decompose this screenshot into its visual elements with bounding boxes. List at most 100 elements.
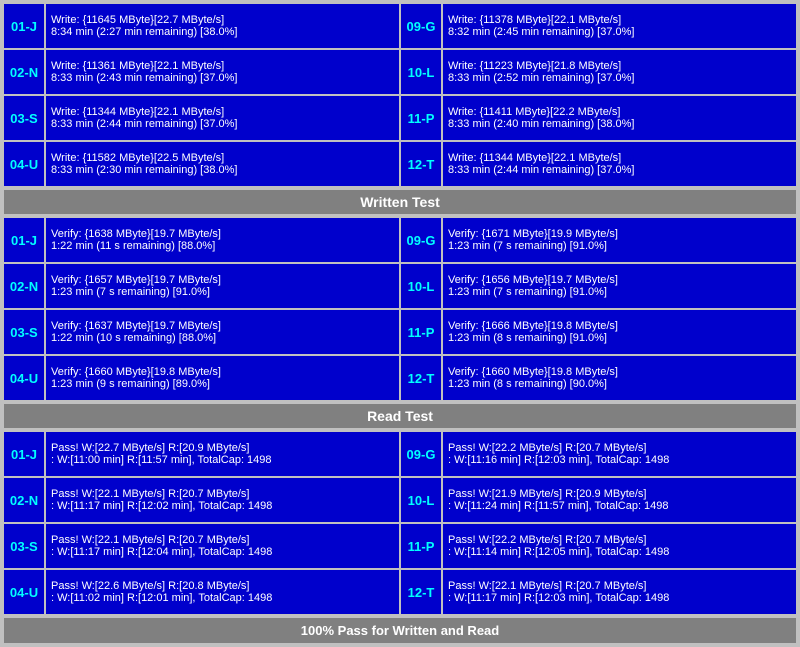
write-cell-02n: 02-N Write: {11361 MByte}[22.1 MByte/s] … (4, 50, 399, 94)
main-container: 01-J Write: {11645 MByte}[22.7 MByte/s] … (0, 0, 800, 647)
read-row-4: 04-U Pass! W:[22.6 MByte/s] R:[20.8 MByt… (4, 570, 796, 614)
verify-line2-02n: 1:23 min (7 s remaining) [91.0%] (51, 286, 394, 298)
verify-cell-10l: 10-L Verify: {1656 MByte}[19.7 MByte/s] … (401, 264, 796, 308)
read-line2-01j: : W:[11:00 min] R:[11:57 min], TotalCap:… (51, 454, 394, 466)
read-label-01j: 01-J (4, 432, 44, 476)
read-cell-03s: 03-S Pass! W:[22.1 MByte/s] R:[20.7 MByt… (4, 524, 399, 568)
written-test-header: Written Test (4, 190, 796, 214)
write-row-1: 01-J Write: {11645 MByte}[22.7 MByte/s] … (4, 4, 796, 48)
verify-cell-11p: 11-P Verify: {1666 MByte}[19.8 MByte/s] … (401, 310, 796, 354)
verify-cell-03s: 03-S Verify: {1637 MByte}[19.7 MByte/s] … (4, 310, 399, 354)
verify-row-3: 03-S Verify: {1637 MByte}[19.7 MByte/s] … (4, 310, 796, 354)
verify-label-02n: 02-N (4, 264, 44, 308)
read-line1-04u: Pass! W:[22.6 MByte/s] R:[20.8 MByte/s] (51, 580, 394, 592)
write-line2-09g: 8:32 min (2:45 min remaining) [37.0%] (448, 26, 791, 38)
verify-data-09g: Verify: {1671 MByte}[19.9 MByte/s] 1:23 … (443, 218, 796, 262)
verify-label-04u: 04-U (4, 356, 44, 400)
read-label-09g: 09-G (401, 432, 441, 476)
verify-row-1: 01-J Verify: {1638 MByte}[19.7 MByte/s] … (4, 218, 796, 262)
drive-label-03s: 03-S (4, 96, 44, 140)
read-label-11p: 11-P (401, 524, 441, 568)
verify-data-10l: Verify: {1656 MByte}[19.7 MByte/s] 1:23 … (443, 264, 796, 308)
write-line2-10l: 8:33 min (2:52 min remaining) [37.0%] (448, 72, 791, 84)
read-data-04u: Pass! W:[22.6 MByte/s] R:[20.8 MByte/s] … (46, 570, 399, 614)
read-cell-12t: 12-T Pass! W:[22.1 MByte/s] R:[20.7 MByt… (401, 570, 796, 614)
read-data-12t: Pass! W:[22.1 MByte/s] R:[20.7 MByte/s] … (443, 570, 796, 614)
read-line2-02n: : W:[11:17 min] R:[12:02 min], TotalCap:… (51, 500, 394, 512)
verify-row-2: 02-N Verify: {1657 MByte}[19.7 MByte/s] … (4, 264, 796, 308)
write-cell-09g: 09-G Write: {11378 MByte}[22.1 MByte/s] … (401, 4, 796, 48)
write-cell-01j: 01-J Write: {11645 MByte}[22.7 MByte/s] … (4, 4, 399, 48)
read-data-03s: Pass! W:[22.1 MByte/s] R:[20.7 MByte/s] … (46, 524, 399, 568)
verify-line1-04u: Verify: {1660 MByte}[19.8 MByte/s] (51, 366, 394, 378)
write-line2-11p: 8:33 min (2:40 min remaining) [38.0%] (448, 118, 791, 130)
read-label-04u: 04-U (4, 570, 44, 614)
verify-line2-09g: 1:23 min (7 s remaining) [91.0%] (448, 240, 791, 252)
read-cell-04u: 04-U Pass! W:[22.6 MByte/s] R:[20.8 MByt… (4, 570, 399, 614)
write-data-10l: Write: {11223 MByte}[21.8 MByte/s] 8:33 … (443, 50, 796, 94)
verify-cell-01j: 01-J Verify: {1638 MByte}[19.7 MByte/s] … (4, 218, 399, 262)
verify-label-10l: 10-L (401, 264, 441, 308)
verify-line1-10l: Verify: {1656 MByte}[19.7 MByte/s] (448, 274, 791, 286)
verify-line1-09g: Verify: {1671 MByte}[19.9 MByte/s] (448, 228, 791, 240)
read-row-1: 01-J Pass! W:[22.7 MByte/s] R:[20.9 MByt… (4, 432, 796, 476)
verify-line2-03s: 1:22 min (10 s remaining) [88.0%] (51, 332, 394, 344)
read-line1-03s: Pass! W:[22.1 MByte/s] R:[20.7 MByte/s] (51, 534, 394, 546)
verify-line1-02n: Verify: {1657 MByte}[19.7 MByte/s] (51, 274, 394, 286)
verify-data-04u: Verify: {1660 MByte}[19.8 MByte/s] 1:23 … (46, 356, 399, 400)
read-line1-09g: Pass! W:[22.2 MByte/s] R:[20.7 MByte/s] (448, 442, 791, 454)
verify-line1-03s: Verify: {1637 MByte}[19.7 MByte/s] (51, 320, 394, 332)
read-line2-03s: : W:[11:17 min] R:[12:04 min], TotalCap:… (51, 546, 394, 558)
read-label-03s: 03-S (4, 524, 44, 568)
write-line1-04u: Write: {11582 MByte}[22.5 MByte/s] (51, 152, 394, 164)
write-line1-09g: Write: {11378 MByte}[22.1 MByte/s] (448, 14, 791, 26)
read-line2-09g: : W:[11:16 min] R:[12:03 min], TotalCap:… (448, 454, 791, 466)
verify-cell-09g: 09-G Verify: {1671 MByte}[19.9 MByte/s] … (401, 218, 796, 262)
read-data-02n: Pass! W:[22.1 MByte/s] R:[20.7 MByte/s] … (46, 478, 399, 522)
verify-cell-04u: 04-U Verify: {1660 MByte}[19.8 MByte/s] … (4, 356, 399, 400)
verify-line2-11p: 1:23 min (8 s remaining) [91.0%] (448, 332, 791, 344)
read-line2-10l: : W:[11:24 min] R:[11:57 min], TotalCap:… (448, 500, 791, 512)
verify-line1-12t: Verify: {1660 MByte}[19.8 MByte/s] (448, 366, 791, 378)
read-label-12t: 12-T (401, 570, 441, 614)
verify-cell-12t: 12-T Verify: {1660 MByte}[19.8 MByte/s] … (401, 356, 796, 400)
verify-label-11p: 11-P (401, 310, 441, 354)
read-data-11p: Pass! W:[22.2 MByte/s] R:[20.7 MByte/s] … (443, 524, 796, 568)
write-data-11p: Write: {11411 MByte}[22.2 MByte/s] 8:33 … (443, 96, 796, 140)
read-cell-10l: 10-L Pass! W:[21.9 MByte/s] R:[20.9 MByt… (401, 478, 796, 522)
drive-label-12t: 12-T (401, 142, 441, 186)
write-data-01j: Write: {11645 MByte}[22.7 MByte/s] 8:34 … (46, 4, 399, 48)
write-line1-11p: Write: {11411 MByte}[22.2 MByte/s] (448, 106, 791, 118)
write-line1-02n: Write: {11361 MByte}[22.1 MByte/s] (51, 60, 394, 72)
read-line2-12t: : W:[11:17 min] R:[12:03 min], TotalCap:… (448, 592, 791, 604)
verify-label-01j: 01-J (4, 218, 44, 262)
write-cell-10l: 10-L Write: {11223 MByte}[21.8 MByte/s] … (401, 50, 796, 94)
write-row-2: 02-N Write: {11361 MByte}[22.1 MByte/s] … (4, 50, 796, 94)
read-line2-11p: : W:[11:14 min] R:[12:05 min], TotalCap:… (448, 546, 791, 558)
write-line2-03s: 8:33 min (2:44 min remaining) [37.0%] (51, 118, 394, 130)
read-label-02n: 02-N (4, 478, 44, 522)
write-data-09g: Write: {11378 MByte}[22.1 MByte/s] 8:32 … (443, 4, 796, 48)
write-data-03s: Write: {11344 MByte}[22.1 MByte/s] 8:33 … (46, 96, 399, 140)
verify-line2-12t: 1:23 min (8 s remaining) [90.0%] (448, 378, 791, 390)
write-data-02n: Write: {11361 MByte}[22.1 MByte/s] 8:33 … (46, 50, 399, 94)
verify-label-03s: 03-S (4, 310, 44, 354)
write-line1-03s: Write: {11344 MByte}[22.1 MByte/s] (51, 106, 394, 118)
read-row-2: 02-N Pass! W:[22.1 MByte/s] R:[20.7 MByt… (4, 478, 796, 522)
read-data-09g: Pass! W:[22.2 MByte/s] R:[20.7 MByte/s] … (443, 432, 796, 476)
verify-line2-01j: 1:22 min (11 s remaining) [88.0%] (51, 240, 394, 252)
write-line2-04u: 8:33 min (2:30 min remaining) [38.0%] (51, 164, 394, 176)
verify-cell-02n: 02-N Verify: {1657 MByte}[19.7 MByte/s] … (4, 264, 399, 308)
verify-section: 01-J Verify: {1638 MByte}[19.7 MByte/s] … (4, 218, 796, 400)
read-line1-10l: Pass! W:[21.9 MByte/s] R:[20.9 MByte/s] (448, 488, 791, 500)
verify-line2-04u: 1:23 min (9 s remaining) [89.0%] (51, 378, 394, 390)
drive-label-09g: 09-G (401, 4, 441, 48)
verify-data-01j: Verify: {1638 MByte}[19.7 MByte/s] 1:22 … (46, 218, 399, 262)
write-cell-12t: 12-T Write: {11344 MByte}[22.1 MByte/s] … (401, 142, 796, 186)
read-test-header: Read Test (4, 404, 796, 428)
drive-label-02n: 02-N (4, 50, 44, 94)
drive-label-01j: 01-J (4, 4, 44, 48)
status-bar: 100% Pass for Written and Read (4, 618, 796, 643)
read-data-01j: Pass! W:[22.7 MByte/s] R:[20.9 MByte/s] … (46, 432, 399, 476)
write-line1-10l: Write: {11223 MByte}[21.8 MByte/s] (448, 60, 791, 72)
